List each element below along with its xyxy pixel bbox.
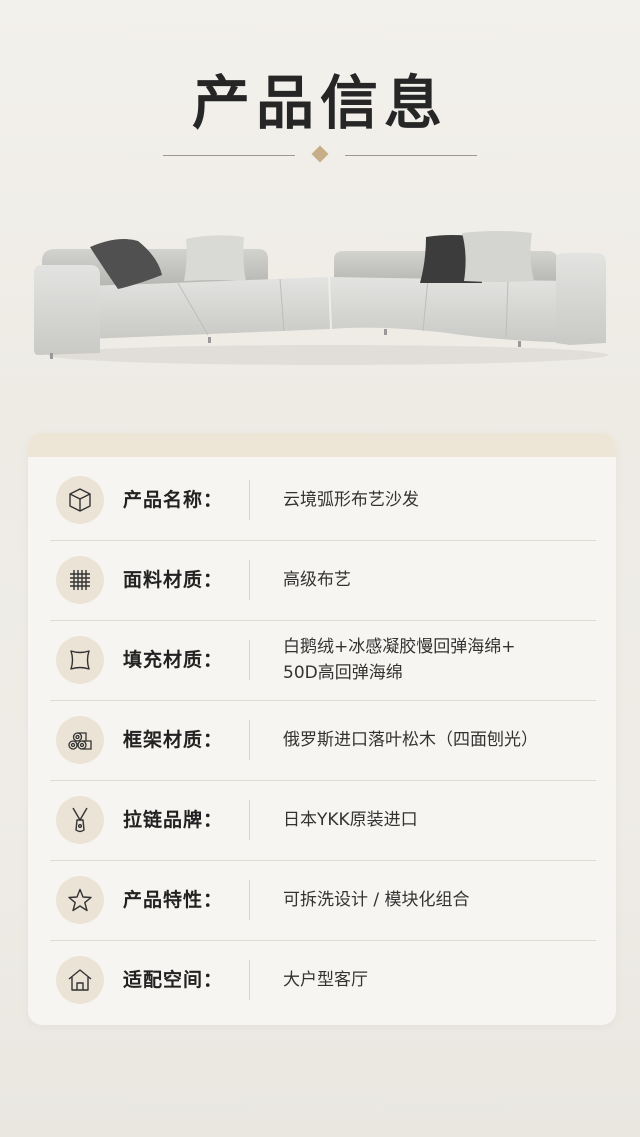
fabric-grid-icon [56,556,104,604]
value-line: 白鹅绒+冰感凝胶慢回弹海绵+ [283,637,516,657]
star-icon [56,876,104,924]
row-separator [249,880,250,920]
row-label: 填充材质： [123,649,224,671]
value-line: 日本YKK原装进口 [283,810,418,830]
house-icon [56,956,104,1004]
value-line: 俄罗斯进口落叶松木（四面刨光） [283,730,538,750]
row-label: 框架材质： [123,729,224,751]
info-row-filling: 填充材质： 白鹅绒+冰感凝胶慢回弹海绵+ 50D高回弹海绵 [50,620,596,701]
row-separator [249,720,250,760]
diamond-ornament [311,145,329,163]
product-info-card: 产品名称： 云境弧形布艺沙发 面料材质： 高级布艺 填充材质： 白鹅绒+冰感凝胶… [28,433,616,1025]
value-line: 高级布艺 [283,570,351,590]
info-row-features: 产品特性： 可拆洗设计 / 模块化组合 [50,860,596,941]
row-label: 面料材质： [123,569,224,591]
row-value: 俄罗斯进口落叶松木（四面刨光） [283,700,593,780]
sofa-image [34,231,608,365]
info-row-space: 适配空间： 大户型客厅 [50,940,596,1020]
row-separator [249,960,250,1000]
row-value: 高级布艺 [283,540,593,620]
row-value: 云境弧形布艺沙发 [283,460,593,540]
row-value: 大户型客厅 [283,940,593,1020]
info-row-frame: 框架材质： 俄罗斯进口落叶松木（四面刨光） [50,700,596,781]
row-separator [249,640,250,680]
row-label: 产品名称： [123,489,224,511]
row-value: 白鹅绒+冰感凝胶慢回弹海绵+ 50D高回弹海绵 [283,620,593,700]
wood-logs-icon [56,716,104,764]
info-row-product-name: 产品名称： 云境弧形布艺沙发 [50,460,596,541]
card-header-band [28,433,616,457]
row-label: 产品特性： [123,889,224,911]
info-row-zipper: 拉链品牌： 日本YKK原装进口 [50,780,596,861]
value-line: 大户型客厅 [283,970,368,990]
box-icon [56,476,104,524]
value-line: 云境弧形布艺沙发 [283,490,419,510]
cushion-icon [56,636,104,684]
value-line: 可拆洗设计 / 模块化组合 [283,890,470,910]
row-separator [249,560,250,600]
row-separator [249,480,250,520]
value-line: 50D高回弹海绵 [283,663,403,683]
row-separator [249,800,250,840]
row-value: 日本YKK原装进口 [283,780,593,860]
info-row-fabric: 面料材质： 高级布艺 [50,540,596,621]
page-title: 产品信息 [191,69,448,137]
row-value: 可拆洗设计 / 模块化组合 [283,860,593,940]
row-label: 适配空间： [123,969,224,991]
row-label: 拉链品牌： [123,809,224,831]
title-divider-left [163,155,295,156]
zipper-icon [56,796,104,844]
title-divider-right [345,155,477,156]
